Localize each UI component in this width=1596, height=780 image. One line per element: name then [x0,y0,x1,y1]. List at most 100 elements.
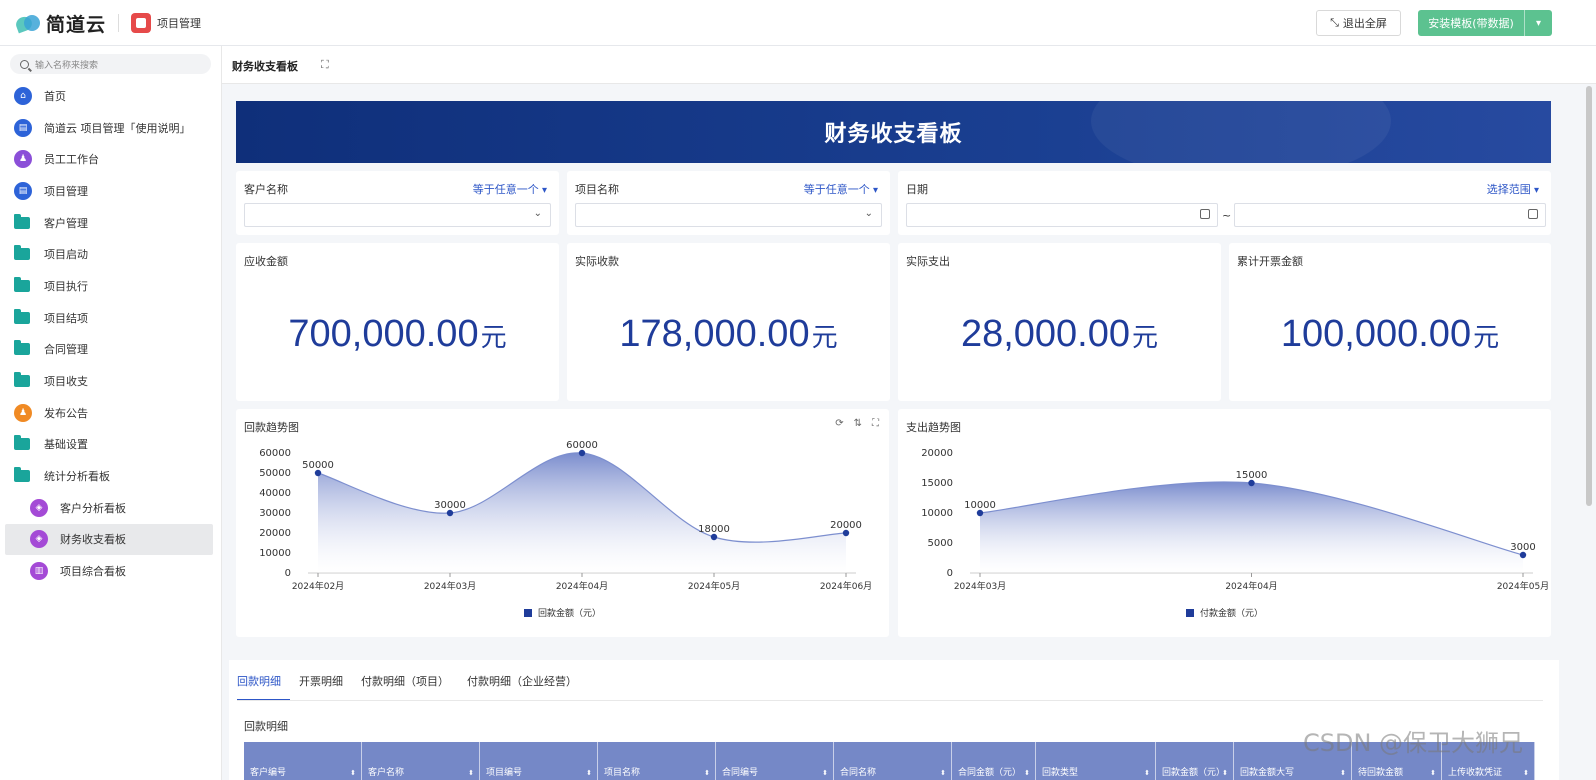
chevron-down-icon[interactable]: ▾ [1524,10,1552,36]
sidebar-item[interactable]: 合同管理 [0,334,221,366]
sidebar-item[interactable]: ⌂ 首页 [0,80,221,112]
sidebar-item[interactable]: 客户管理 [0,207,221,239]
table-column-header[interactable]: 合同编号 ⬍ [716,742,834,780]
calendar-icon [1200,209,1210,219]
sort-icon[interactable]: ⬍ [1430,769,1436,777]
project-select[interactable]: ⌄ [575,203,882,227]
table-column-header[interactable]: 回款类型 ⬍ [1036,742,1156,780]
data-label: 60000 [566,440,598,451]
y-tick-label: 15000 [921,478,953,489]
sort-icon[interactable]: ⬍ [822,769,828,777]
sidebar-item[interactable]: 基础设置 [0,429,221,461]
table-column-header[interactable]: 回款金额（元） ⬍ [1156,742,1234,780]
search-input[interactable]: 输入名称来搜索 [35,58,98,71]
table-column-header[interactable]: 客户名称 ⬍ [362,742,480,780]
sort-icon[interactable]: ⬍ [1523,769,1529,777]
data-label: 30000 [434,500,466,511]
table-column-header[interactable]: 项目编号 ⬍ [480,742,598,780]
date-range-separator: ~ [1222,209,1232,222]
sidebar-item[interactable]: ▥ 项目综合看板 [0,555,221,587]
tab[interactable]: 付款明细（企业经营） [467,673,586,701]
app-name[interactable]: 项目管理 [157,15,201,31]
filter-operator[interactable]: 等于任意一个 [804,181,878,197]
sidebar-item[interactable]: ♟ 发布公告 [0,397,221,429]
table-column-header[interactable]: 项目名称 ⬍ [598,742,716,780]
column-label: 回款类型 [1042,768,1079,778]
sidebar-item[interactable]: ♟ 员工工作台 [0,143,221,175]
date-end-input[interactable] [1234,203,1546,227]
sidebar-item[interactable]: ◈ 财务收支看板 [5,523,213,556]
sidebar-item[interactable]: ◈ 客户分析看板 [0,492,221,524]
data-label: 10000 [964,500,996,511]
page-scrollbar[interactable] [1586,86,1592,506]
column-label: 项目编号 [486,768,523,778]
sort-icon[interactable]: ⬍ [704,769,710,777]
sidebar-item-label: 首页 [44,89,66,103]
x-tick-label: 2024年06月 [820,580,872,592]
chart-card-collection: 回款趋势图 ⟳ ⇅ ⛶ 0 10000 20000 30000 40000 50000 60… [236,409,889,637]
tab-divider [237,700,1543,701]
x-tick-label: 2024年04月 [1225,580,1277,592]
install-template-label: 安装模板(带数据) [1428,17,1514,30]
column-label: 客户名称 [368,768,405,778]
user-icon: ♟ [14,150,32,169]
filter-label: 日期 [906,183,928,196]
filter-date: 日期 选择范围 ~ [898,171,1551,235]
x-tick-label: 2024年05月 [688,580,740,592]
chart-legend[interactable]: 付款金额（元） [898,606,1551,619]
y-tick-label: 0 [285,568,291,579]
banner-decoration [1091,101,1391,163]
sort-icon[interactable]: ⬍ [350,769,356,777]
brand-divider [118,14,120,32]
kpi-label: 实际支出 [906,255,950,268]
series-area [980,482,1523,573]
sidebar-item[interactable]: 项目启动 [0,238,221,270]
tab[interactable]: 付款明细（项目） [361,673,458,701]
sidebar-item[interactable]: 统计分析看板 [0,460,221,492]
sort-icon[interactable]: ⬍ [940,769,946,777]
filter-project: 项目名称 等于任意一个 ⌄ [567,171,890,235]
customer-select[interactable]: ⌄ [244,203,551,227]
sort-icon[interactable]: ⬍ [1340,769,1346,777]
chart-legend[interactable]: 回款金额（元） [236,606,889,619]
fullscreen-icon[interactable]: ⛶ [321,58,329,72]
sort-icon[interactable]: ⬍ [468,769,474,777]
x-tick-label: 2024年03月 [424,580,476,592]
sidebar-item-label: 简道云 项目管理「使用说明」 [44,121,191,135]
table-column-header[interactable]: 客户编号 ⬍ [244,742,362,780]
announce-icon: ♟ [14,403,32,422]
sidebar-item-label: 统计分析看板 [44,470,110,484]
filter-operator[interactable]: 等于任意一个 [473,181,547,197]
sort-icon[interactable]: ⬍ [1144,769,1150,777]
sidebar-item[interactable]: 项目收支 [0,365,221,397]
data-label: 20000 [830,520,862,531]
sidebar-item[interactable]: 项目执行 [0,270,221,302]
search-icon [20,59,29,69]
tab[interactable]: 回款明细 [237,673,290,701]
kpi-card-receivable: 应收金额 700,000.00元 [236,243,559,401]
table-column-header[interactable]: 合同金额（元） ⬍ [952,742,1036,780]
sidebar-search[interactable]: 输入名称来搜索 [10,54,211,74]
install-template-button[interactable]: 安装模板(带数据) ▾ [1418,10,1552,36]
sidebar-item[interactable]: 项目结项 [0,302,221,334]
filter-operator[interactable]: 选择范围 [1487,181,1539,197]
exit-fullscreen-button[interactable]: ⤡ 退出全屏 [1316,10,1401,36]
brand[interactable]: 简道云 项目管理 [14,10,201,36]
column-label: 合同编号 [722,768,759,778]
tab[interactable]: 开票明细 [299,673,352,701]
doc-icon: ▤ [14,118,32,137]
sidebar-item[interactable]: ▤ 简道云 项目管理「使用说明」 [0,112,221,144]
date-start-input[interactable] [906,203,1218,227]
sidebar-item[interactable]: ▤ 项目管理 [0,175,221,207]
table-column-header[interactable]: 合同名称 ⬍ [834,742,952,780]
sort-icon[interactable]: ⬍ [586,769,592,777]
filter-customer: 客户名称 等于任意一个 ⌄ [236,171,559,235]
kpi-label: 累计开票金额 [1237,255,1303,268]
kpi-value: 178,000.00元 [619,313,838,355]
sort-icon[interactable]: ⬍ [1222,769,1228,777]
y-tick-label: 30000 [259,508,291,519]
legend-label: 付款金额（元） [1199,609,1263,619]
exit-fullscreen-label: 退出全屏 [1342,17,1387,30]
folder-icon [14,467,30,483]
sort-icon[interactable]: ⬍ [1024,769,1030,777]
